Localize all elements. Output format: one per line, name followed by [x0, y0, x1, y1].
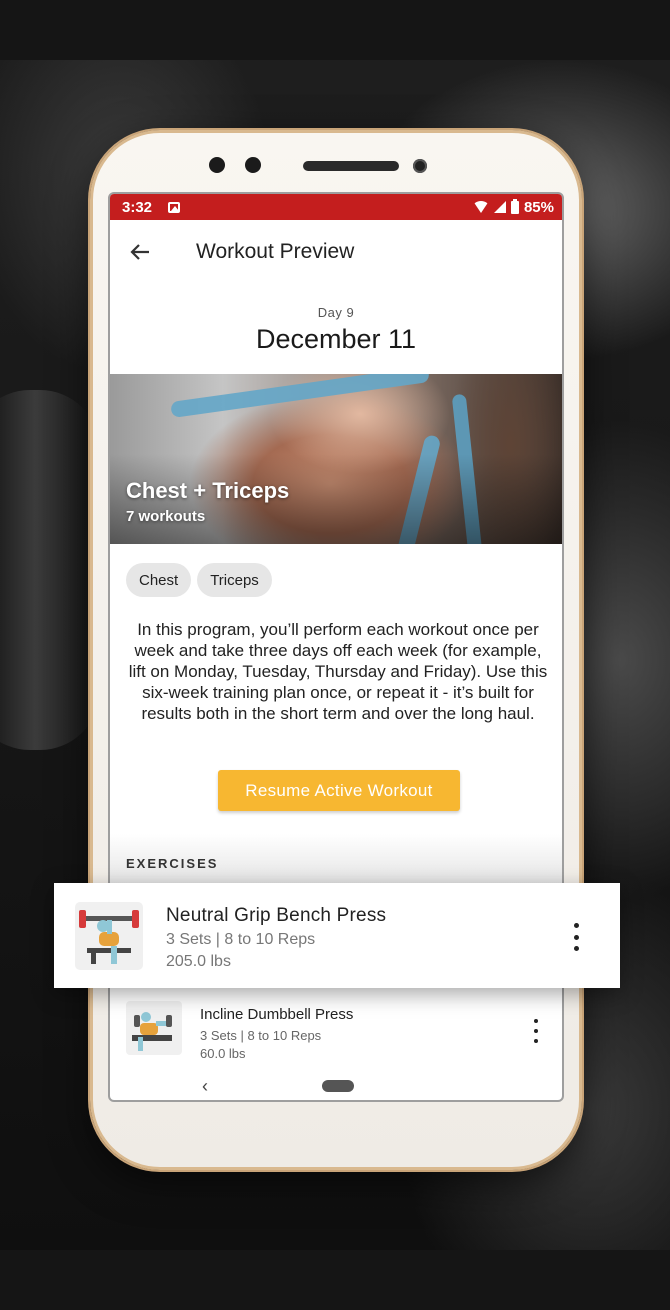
- workout-count: 7 workouts: [126, 508, 206, 525]
- earpiece-speaker: [303, 161, 399, 171]
- nav-home-pill[interactable]: [322, 1080, 354, 1092]
- chip-chest[interactable]: Chest: [126, 563, 192, 597]
- tag-chips: Chest Triceps: [126, 563, 272, 597]
- front-camera: [413, 159, 427, 173]
- exercise-thumbnail: [75, 902, 143, 970]
- battery-percent: 85%: [523, 198, 554, 216]
- exercise-sets-reps: 3 Sets | 8 to 10 Reps: [166, 931, 316, 948]
- exercise-thumbnail: [126, 1001, 182, 1055]
- back-arrow-icon[interactable]: [120, 232, 160, 272]
- exercise-name: Incline Dumbbell Press: [200, 1006, 354, 1023]
- resume-workout-button[interactable]: Resume Active Workout: [218, 770, 460, 811]
- chip-triceps[interactable]: Triceps: [197, 563, 272, 597]
- dumbbell-graphic: [0, 390, 100, 750]
- exercise-name: Neutral Grip Bench Press: [166, 905, 387, 926]
- dot: [573, 923, 579, 928]
- sensor-dot-1: [209, 157, 225, 173]
- dot: [534, 1019, 538, 1023]
- workout-hero-image[interactable]: Chest + Triceps 7 workouts: [110, 374, 562, 544]
- top-band: [0, 0, 670, 60]
- signal-icon: [493, 201, 506, 213]
- exercise-row[interactable]: Incline Dumbbell Press 3 Sets | 8 to 10 …: [110, 989, 562, 1061]
- status-indicators: 85%: [472, 198, 554, 216]
- measuring-tape-graphic: [170, 374, 430, 419]
- program-description: In this program, you’ll perform each wor…: [128, 620, 548, 723]
- sensor-dot-2: [245, 157, 261, 173]
- system-nav-bar: ‹: [110, 1074, 562, 1100]
- workout-title: Chest + Triceps: [126, 478, 290, 503]
- dot: [573, 946, 579, 951]
- date-title: December 11: [255, 324, 417, 354]
- bottom-band: [0, 1250, 670, 1310]
- exercises-section-label: EXERCISES: [126, 856, 219, 871]
- status-time: 3:32: [122, 198, 153, 216]
- day-label: Day 9: [317, 305, 355, 320]
- more-options-icon[interactable]: [526, 1019, 546, 1043]
- image-notification-icon: [168, 201, 181, 213]
- app-bar: Workout Preview: [110, 220, 562, 284]
- battery-icon: [510, 198, 519, 214]
- more-options-icon[interactable]: [566, 923, 586, 951]
- exercise-weight: 60.0 lbs: [200, 1046, 246, 1061]
- exercise-weight: 205.0 lbs: [166, 953, 231, 970]
- page-title: Workout Preview: [196, 240, 355, 263]
- dot: [573, 934, 579, 940]
- exercise-sets-reps: 3 Sets | 8 to 10 Reps: [200, 1028, 322, 1043]
- dot: [534, 1029, 538, 1033]
- nav-back-icon[interactable]: ‹: [202, 1076, 208, 1097]
- status-bar: 3:32 85%: [110, 194, 562, 220]
- dot: [534, 1039, 538, 1043]
- wifi-icon: [472, 201, 489, 213]
- exercise-row-highlighted[interactable]: Neutral Grip Bench Press 3 Sets | 8 to 1…: [54, 883, 620, 988]
